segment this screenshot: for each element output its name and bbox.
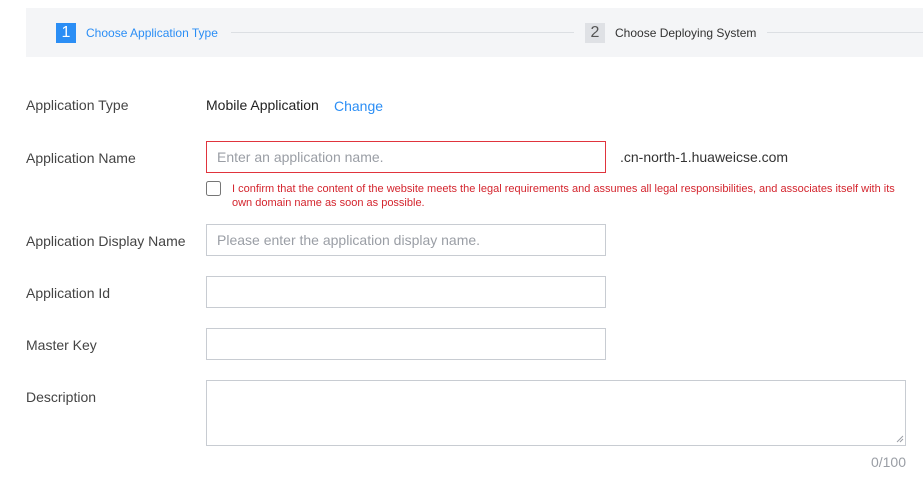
master-key-input[interactable]	[206, 328, 606, 360]
description-textarea[interactable]	[206, 380, 906, 446]
steps-bar: 1 Choose Application Type 2 Choose Deplo…	[26, 8, 923, 57]
legal-confirm-checkbox[interactable]	[206, 181, 221, 196]
application-id-label: Application Id	[26, 285, 111, 301]
application-id-input[interactable]	[206, 276, 606, 308]
legal-confirm-text: I confirm that the content of the websit…	[232, 183, 895, 209]
application-name-input[interactable]	[206, 141, 606, 173]
resize-handle-icon[interactable]	[896, 435, 904, 443]
display-name-input[interactable]	[206, 224, 606, 256]
domain-suffix: .cn-north-1.huaweicse.com	[620, 149, 789, 165]
application-name-label: Application Name	[26, 150, 136, 166]
step-connector-line	[231, 32, 574, 33]
display-name-label: Application Display Name	[26, 233, 186, 249]
step-2-number: 2	[585, 23, 605, 43]
description-label: Description	[26, 389, 97, 405]
description-char-counter: 0/100	[870, 454, 906, 470]
master-key-label: Master Key	[26, 337, 97, 353]
create-application-page: 1 Choose Application Type 2 Choose Deplo…	[0, 0, 923, 482]
change-type-link[interactable]: Change	[334, 97, 383, 115]
step-trailing-line	[767, 32, 923, 33]
application-type-value: Mobile Application	[206, 97, 319, 113]
step-2-label: Choose Deploying System	[615, 26, 757, 40]
step-1-label: Choose Application Type	[86, 26, 218, 40]
application-type-label: Application Type	[26, 97, 129, 113]
step-1-number: 1	[56, 23, 76, 43]
